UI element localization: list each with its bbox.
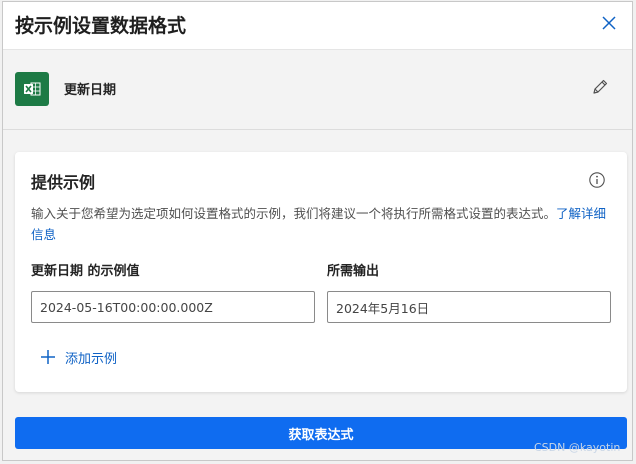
card-description: 输入关于您希望为选定项如何设置格式的示例，我们将建议一个将执行所需格式设置的表达… [31,203,611,245]
close-icon [602,16,616,30]
info-button[interactable] [588,171,606,189]
example-value-input[interactable] [31,291,315,323]
plus-icon [41,350,55,364]
dialog-title: 按示例设置数据格式 [15,15,187,37]
column-row: 更新日期 [3,50,632,130]
provide-example-card: 提供示例 输入关于您希望为选定项如何设置格式的示例，我们将建议一个将执行所需格式… [15,152,627,392]
dialog-header: 按示例设置数据格式 [3,2,632,50]
close-button[interactable] [599,13,619,33]
format-dialog: 按示例设置数据格式 更新日期 提供示例 输入关于您希望为选定项如何设置格式的示例… [2,1,633,461]
pencil-icon [593,79,608,94]
watermark: CSDN @kayotin [534,441,621,454]
card-title: 提供示例 [31,173,96,192]
info-icon [589,172,605,188]
description-text: 输入关于您希望为选定项如何设置格式的示例，我们将建议一个将执行所需格式设置的表达… [31,206,557,221]
desired-output-input[interactable] [327,291,611,323]
excel-icon [15,72,49,106]
example-value-label: 更新日期 的示例值 [31,264,140,279]
column-name: 更新日期 [64,83,117,98]
desired-output-label: 所需输出 [327,264,380,279]
edit-button[interactable] [590,77,610,97]
add-example-label: 添加示例 [65,352,118,367]
